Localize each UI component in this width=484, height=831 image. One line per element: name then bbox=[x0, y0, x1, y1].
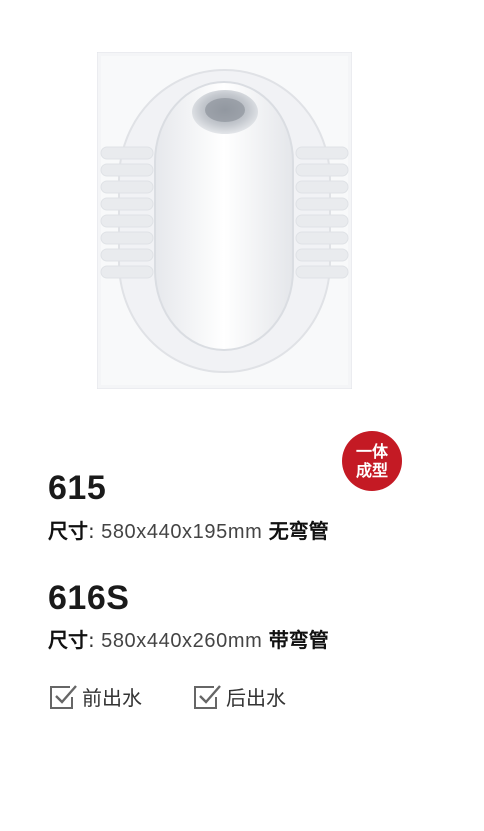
spec-dimensions: 580x440x260mm bbox=[101, 630, 263, 652]
badge-line-1: 一体 bbox=[355, 442, 388, 461]
option-label: 前出水 bbox=[82, 686, 142, 710]
spec-line-616s: 尺寸: 580x440x260mm 带弯管 bbox=[48, 624, 329, 653]
spec-colon: : bbox=[88, 628, 102, 652]
checkbox-checked-icon bbox=[50, 684, 77, 709]
spec-colon: : bbox=[88, 519, 102, 543]
option-rear-outlet: 后出水 bbox=[192, 682, 286, 711]
spec-line-615: 尺寸: 580x440x195mm 无弯管 bbox=[48, 515, 329, 544]
squat-toilet-image bbox=[97, 52, 352, 389]
spec-pipe-type: 无弯管 bbox=[268, 519, 329, 543]
option-label: 后出水 bbox=[226, 686, 286, 710]
spec-label: 尺寸 bbox=[48, 519, 88, 543]
model-number-615: 615 bbox=[48, 469, 107, 507]
one-piece-badge: 一体 成型 bbox=[342, 431, 402, 491]
badge-line-2: 成型 bbox=[355, 461, 388, 480]
model-number-616s: 616S bbox=[48, 579, 130, 617]
option-front-outlet: 前出水 bbox=[48, 682, 142, 711]
spec-label: 尺寸 bbox=[48, 628, 88, 652]
checkbox-checked-icon bbox=[194, 684, 221, 709]
spec-dimensions: 580x440x195mm bbox=[101, 521, 263, 543]
spec-pipe-type: 带弯管 bbox=[268, 628, 329, 652]
